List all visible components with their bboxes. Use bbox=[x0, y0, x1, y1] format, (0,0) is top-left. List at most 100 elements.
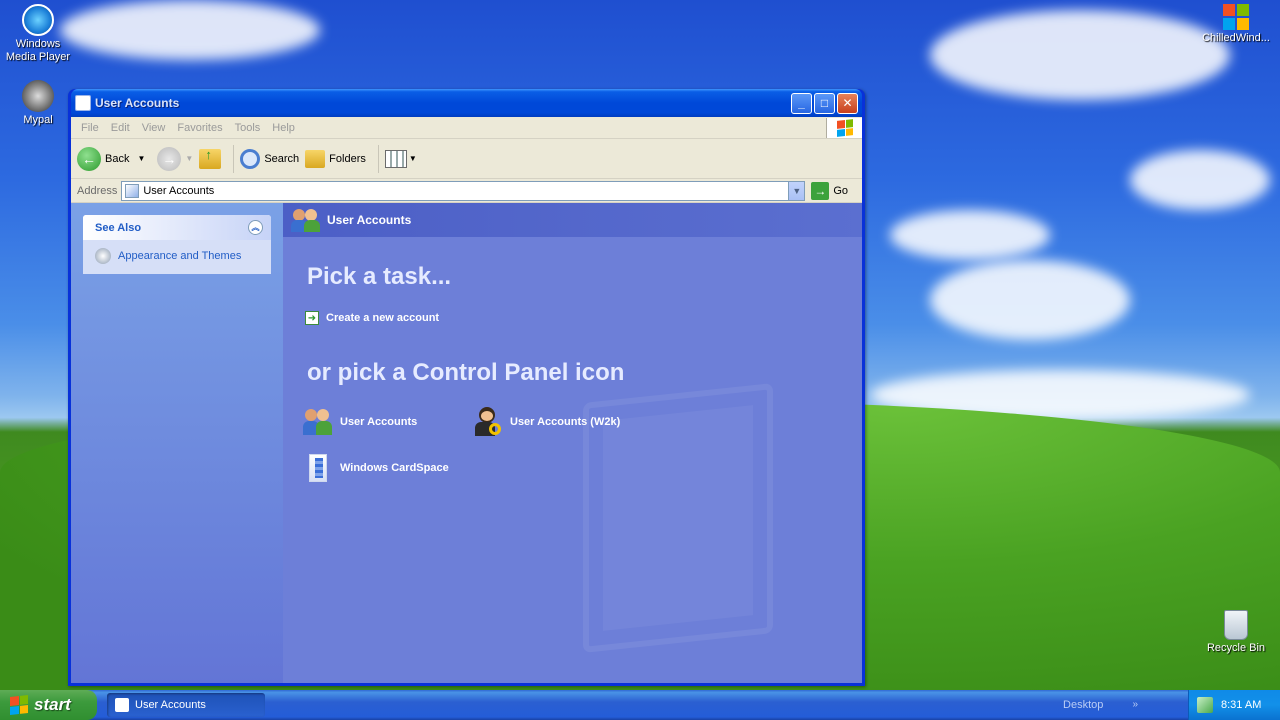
user-accounts-icon bbox=[291, 207, 321, 233]
desktop-icon-label: Recycle Bin bbox=[1206, 642, 1266, 654]
see-also-header[interactable]: See Also ︽ bbox=[83, 215, 271, 240]
cp-icon-user-accounts[interactable]: User Accounts bbox=[303, 407, 417, 437]
start-label: start bbox=[34, 695, 71, 714]
address-value: User Accounts bbox=[143, 184, 215, 197]
close-icon: ✕ bbox=[842, 96, 853, 110]
chevron-down-icon: ▼ bbox=[185, 154, 194, 163]
title-bar[interactable]: User Accounts _ □ ✕ bbox=[71, 89, 862, 117]
green-arrow-icon: ➜ bbox=[305, 311, 319, 325]
desktop-icon-label: Windows Media Player bbox=[5, 38, 71, 63]
views-button[interactable]: ▼ bbox=[384, 149, 417, 168]
cloud bbox=[60, 0, 320, 60]
desktop-toolbar-label[interactable]: Desktop » bbox=[1063, 699, 1138, 711]
cloud bbox=[930, 260, 1130, 340]
taskbar-item-label: User Accounts bbox=[135, 699, 206, 711]
user-key-icon bbox=[473, 407, 503, 437]
pick-icon-heading: or pick a Control Panel icon bbox=[307, 359, 625, 386]
cp-icon-label: User Accounts bbox=[340, 416, 418, 428]
address-label: Address bbox=[77, 184, 118, 197]
pick-a-task-heading: Pick a task... bbox=[307, 263, 452, 290]
back-button[interactable]: ← Back ▼ bbox=[77, 146, 145, 171]
search-icon bbox=[240, 148, 261, 169]
menu-file[interactable]: File bbox=[75, 122, 105, 134]
category-title: User Accounts bbox=[327, 213, 412, 227]
minimize-button[interactable]: _ bbox=[791, 92, 812, 114]
category-header: User Accounts bbox=[283, 203, 862, 237]
see-also-panel: See Also ︽ Appearance and Themes bbox=[83, 215, 271, 274]
desktop-label: Desktop bbox=[1063, 699, 1104, 711]
desktop-icon-label: ChilledWind... bbox=[1202, 32, 1270, 44]
menu-view[interactable]: View bbox=[136, 122, 172, 134]
toolbar-separator bbox=[233, 144, 235, 173]
address-bar: Address User Accounts ▼ → Go bbox=[71, 179, 862, 203]
menu-tools[interactable]: Tools bbox=[229, 122, 267, 134]
user-accounts-window: User Accounts _ □ ✕ File Edit View Favor… bbox=[68, 89, 865, 686]
cp-icon-label: Windows CardSpace bbox=[340, 462, 449, 474]
up-folder-button[interactable]: ↑ bbox=[199, 147, 222, 169]
media-player-icon bbox=[22, 4, 54, 36]
desktop-icon-windows-media-player[interactable]: Windows Media Player bbox=[0, 4, 76, 64]
taskbar-item-user-accounts[interactable]: User Accounts bbox=[107, 693, 265, 717]
taskbar: start User Accounts Desktop » 8:31 AM bbox=[0, 690, 1280, 720]
address-dropdown-button[interactable]: ▼ bbox=[788, 181, 805, 200]
system-tray: 8:31 AM bbox=[1188, 690, 1280, 720]
desktop-icon-recycle-bin[interactable]: Recycle Bin bbox=[1198, 610, 1274, 654]
folders-label: Folders bbox=[329, 152, 366, 165]
search-button[interactable]: Search bbox=[240, 148, 300, 169]
main-pane: User Accounts Pick a task... ➜ Create a … bbox=[283, 203, 862, 683]
appearance-themes-icon bbox=[95, 248, 111, 264]
task-label: Create a new account bbox=[326, 312, 440, 324]
desktop-icon-chilledwindows[interactable]: ChilledWind... bbox=[1198, 4, 1274, 44]
see-also-title: See Also bbox=[95, 221, 142, 234]
menu-bar: File Edit View Favorites Tools Help bbox=[71, 117, 862, 139]
cloud bbox=[1130, 150, 1270, 210]
collapse-icon[interactable]: ︽ bbox=[248, 220, 263, 235]
menu-favorites[interactable]: Favorites bbox=[171, 122, 228, 134]
go-arrow-icon: → bbox=[811, 181, 830, 200]
close-button[interactable]: ✕ bbox=[837, 92, 858, 114]
menu-help[interactable]: Help bbox=[266, 122, 301, 134]
content-area: See Also ︽ Appearance and Themes User Ac… bbox=[71, 203, 862, 683]
windows-flag-icon bbox=[10, 695, 28, 715]
chevron-down-icon: ▼ bbox=[408, 154, 417, 163]
user-accounts-small-icon bbox=[115, 698, 129, 712]
network-icon[interactable] bbox=[1197, 697, 1213, 713]
desktop-icon-mypal[interactable]: Mypal bbox=[0, 80, 76, 126]
task-pane: See Also ︽ Appearance and Themes bbox=[71, 203, 283, 683]
chevron-right-icon: » bbox=[1132, 699, 1138, 710]
desktop-icon-label: Mypal bbox=[23, 114, 53, 126]
start-button[interactable]: start bbox=[0, 690, 97, 720]
cloud bbox=[890, 210, 1050, 260]
back-label: Back bbox=[105, 152, 130, 165]
forward-arrow-icon: → bbox=[157, 146, 182, 171]
user-accounts-small-icon bbox=[125, 183, 140, 198]
create-account-task[interactable]: ➜ Create a new account bbox=[305, 311, 439, 325]
clock[interactable]: 8:31 AM bbox=[1221, 699, 1261, 711]
windows-logo-icon bbox=[826, 117, 862, 138]
toolbar: ← Back ▼ → ▼ ↑ Search Folders ▼ bbox=[71, 139, 862, 179]
go-button[interactable]: → Go bbox=[811, 181, 848, 200]
see-also-link-label: Appearance and Themes bbox=[118, 250, 242, 262]
windows-flag-icon bbox=[1223, 4, 1249, 30]
cp-icon-windows-cardspace[interactable]: Windows CardSpace bbox=[303, 453, 449, 483]
window-icon bbox=[75, 95, 91, 111]
back-arrow-icon: ← bbox=[77, 146, 101, 171]
maximize-button[interactable]: □ bbox=[814, 92, 835, 114]
forward-button[interactable]: → ▼ bbox=[157, 146, 194, 171]
see-also-link-appearance[interactable]: Appearance and Themes bbox=[83, 240, 271, 274]
menu-edit[interactable]: Edit bbox=[105, 122, 136, 134]
user-accounts-icon bbox=[303, 407, 333, 437]
cp-icon-user-accounts-w2k[interactable]: User Accounts (W2k) bbox=[473, 407, 620, 437]
views-icon bbox=[384, 149, 407, 168]
search-label: Search bbox=[264, 152, 300, 165]
cloud bbox=[930, 10, 1230, 100]
folder-up-icon: ↑ bbox=[199, 147, 222, 169]
chevron-down-icon[interactable]: ▼ bbox=[137, 154, 145, 163]
minimize-icon: _ bbox=[798, 96, 805, 110]
folders-button[interactable]: Folders bbox=[305, 149, 366, 168]
toolbar-separator bbox=[377, 144, 379, 173]
chevron-down-icon: ▼ bbox=[792, 185, 802, 196]
go-label: Go bbox=[833, 184, 848, 197]
cardspace-icon bbox=[303, 453, 333, 483]
address-field[interactable]: User Accounts ▼ bbox=[121, 180, 806, 201]
